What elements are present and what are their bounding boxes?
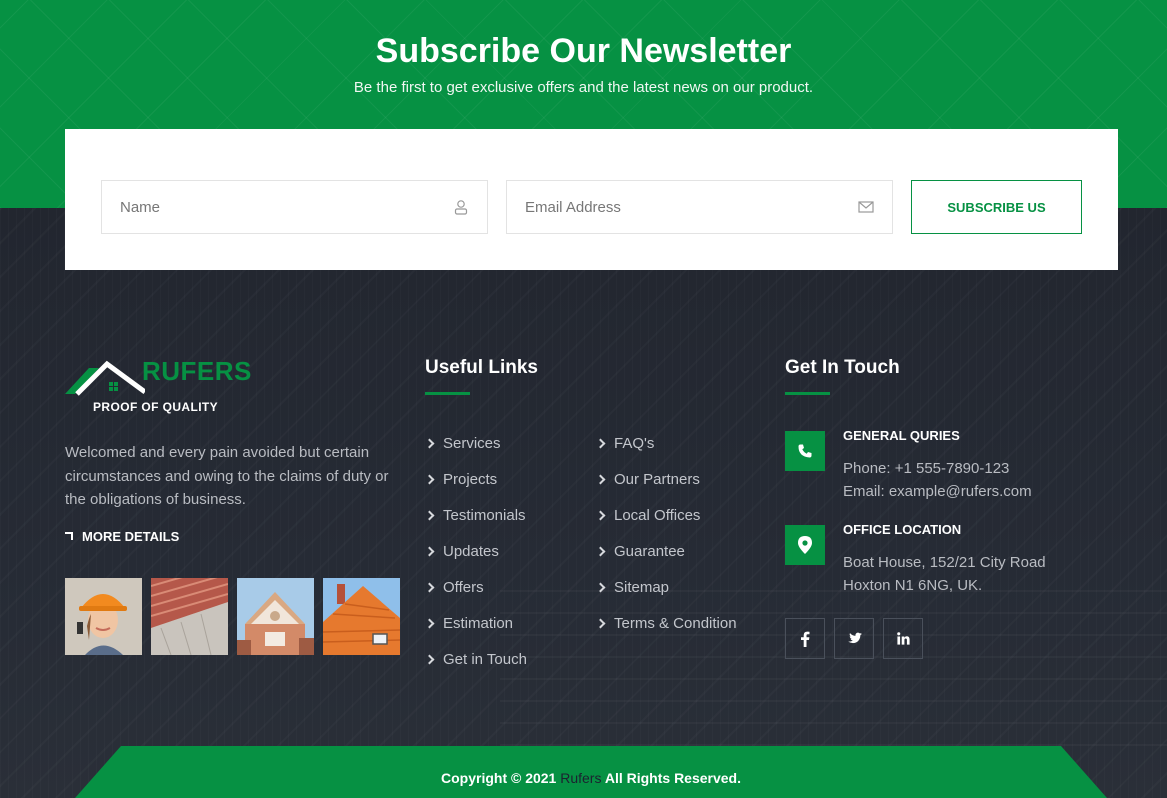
map-pin-icon (785, 525, 825, 565)
chevron-right-icon (424, 618, 435, 628)
link-testimonials[interactable]: Testimonials (424, 506, 526, 524)
logo-tagline: PROOF OF QUALITY (93, 400, 219, 414)
link-terms[interactable]: Terms & Condition (595, 614, 737, 632)
list-item: Terms & Condition (595, 605, 737, 641)
link-estimation[interactable]: Estimation (424, 614, 514, 632)
list-item: FAQ's (595, 425, 737, 461)
list-item: Updates (424, 533, 527, 569)
link-label: Sitemap (614, 578, 670, 596)
chevron-right-icon (424, 438, 435, 448)
office-address-line1: Boat House, 152/21 City Road (843, 554, 1046, 571)
link-label: Services (443, 434, 501, 452)
gallery (65, 578, 400, 655)
list-item: Guarantee (595, 533, 737, 569)
copyright-suffix: All Rights Reserved. (604, 770, 741, 786)
link-label: Projects (443, 470, 498, 488)
list-item: Estimation (424, 605, 527, 641)
copyright-prefix: Copyright © 2021 (441, 770, 557, 786)
link-label: Our Partners (614, 470, 700, 488)
user-icon (453, 199, 469, 215)
link-local-offices[interactable]: Local Offices (595, 506, 701, 524)
office-location-title: OFFICE LOCATION (843, 522, 962, 537)
link-services[interactable]: Services (424, 434, 501, 452)
logo[interactable]: RUFERS PROOF OF QUALITY (65, 356, 252, 414)
more-details-label: MORE DETAILS (82, 529, 180, 544)
corner-arrow-icon (65, 531, 73, 540)
list-item: Projects (424, 461, 527, 497)
roof-logo-icon (65, 360, 145, 396)
chevron-right-icon (595, 474, 606, 484)
link-label: Estimation (443, 614, 514, 632)
useful-links-col2: FAQ's Our Partners Local Offices Guarant… (595, 425, 737, 641)
chevron-right-icon (424, 474, 435, 484)
chevron-right-icon (424, 546, 435, 556)
link-label: Terms & Condition (614, 614, 737, 632)
general-queries-title: GENERAL QURIES (843, 428, 960, 443)
list-item: Services (424, 425, 527, 461)
more-details-link[interactable]: MORE DETAILS (65, 529, 179, 544)
twitter-icon[interactable] (834, 618, 874, 659)
link-label: Get in Touch (443, 650, 527, 668)
link-label: Offers (443, 578, 484, 596)
list-item: Get in Touch (424, 641, 527, 677)
subscribe-form: SUBSCRIBE US (65, 129, 1118, 270)
facebook-icon[interactable] (785, 618, 825, 659)
link-faqs[interactable]: FAQ's (595, 434, 655, 452)
chevron-right-icon (595, 438, 606, 448)
link-label: Guarantee (614, 542, 685, 560)
gallery-image-roof-tiles[interactable] (151, 578, 228, 655)
link-label: Local Offices (614, 506, 701, 524)
chevron-right-icon (595, 618, 606, 628)
gallery-image-worker[interactable] (65, 578, 142, 655)
link-sitemap[interactable]: Sitemap (595, 578, 670, 596)
email-field-wrapper (506, 180, 893, 234)
link-guarantee[interactable]: Guarantee (595, 542, 685, 560)
list-item: Local Offices (595, 497, 737, 533)
chevron-right-icon (595, 546, 606, 556)
chevron-right-icon (595, 510, 606, 520)
useful-links-heading: Useful Links (425, 357, 538, 378)
copyright-text: Copyright © 2021 Rufers All Rights Reser… (75, 770, 1107, 786)
link-label: Testimonials (443, 506, 526, 524)
newsletter-title: Subscribe Our Newsletter (375, 32, 792, 70)
list-item: Offers (424, 569, 527, 605)
get-in-touch-heading: Get In Touch (785, 357, 900, 378)
link-label: Updates (443, 542, 499, 560)
contact-email[interactable]: Email: example@rufers.com (843, 483, 1032, 500)
chevron-right-icon (424, 654, 435, 664)
gallery-image-gable[interactable] (237, 578, 314, 655)
chevron-right-icon (424, 510, 435, 520)
link-updates[interactable]: Updates (424, 542, 499, 560)
subscribe-button[interactable]: SUBSCRIBE US (911, 180, 1082, 234)
social-links (785, 618, 923, 659)
copyright-brand-link[interactable]: Rufers (560, 770, 601, 786)
heading-underline (425, 392, 470, 395)
contact-phone[interactable]: Phone: +1 555-7890-123 (843, 460, 1009, 477)
newsletter-subtitle: Be the first to get exclusive offers and… (353, 79, 814, 96)
phone-icon (785, 431, 825, 471)
list-item: Our Partners (595, 461, 737, 497)
chevron-right-icon (595, 582, 606, 592)
gallery-image-orange-roof[interactable] (323, 578, 400, 655)
office-address-line2: Hoxton N1 6NG, UK. (843, 577, 983, 594)
name-field-wrapper (101, 180, 488, 234)
link-our-partners[interactable]: Our Partners (595, 470, 700, 488)
link-get-in-touch[interactable]: Get in Touch (424, 650, 527, 668)
list-item: Sitemap (595, 569, 737, 605)
logo-wordmark: RUFERS (142, 356, 252, 386)
heading-underline (785, 392, 830, 395)
useful-links-col1: Services Projects Testimonials Updates O… (424, 425, 527, 677)
list-item: Testimonials (424, 497, 527, 533)
envelope-icon (858, 199, 874, 215)
link-offers[interactable]: Offers (424, 578, 484, 596)
linkedin-icon[interactable] (883, 618, 923, 659)
link-projects[interactable]: Projects (424, 470, 498, 488)
email-input[interactable] (507, 181, 892, 233)
about-text: Welcomed and every pain avoided but cert… (65, 444, 389, 508)
chevron-right-icon (424, 582, 435, 592)
name-input[interactable] (102, 181, 487, 233)
link-label: FAQ's (614, 434, 655, 452)
